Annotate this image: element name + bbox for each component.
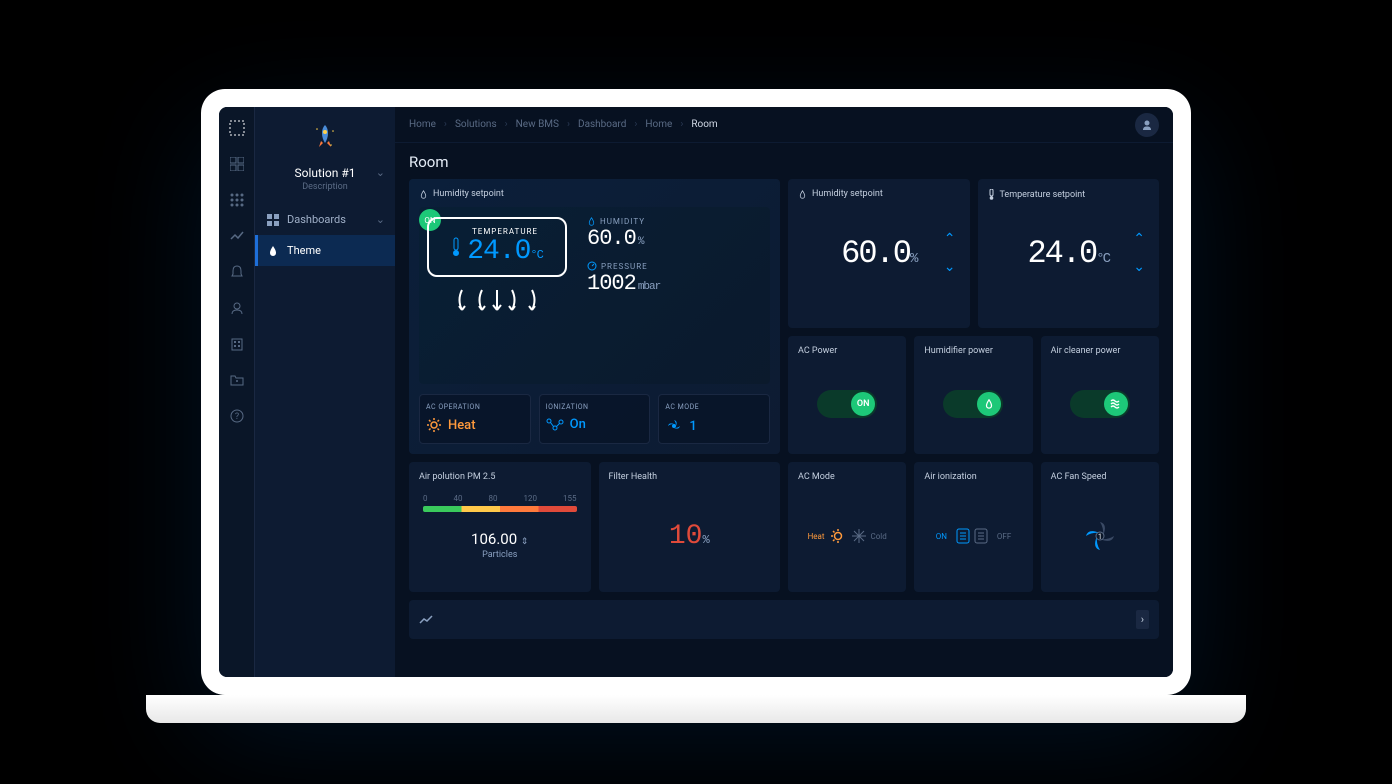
mini-ionization: IONIZATION On bbox=[539, 394, 651, 444]
ionizer-icon bbox=[955, 525, 989, 547]
thermometer-icon bbox=[451, 237, 461, 257]
ac-mode-switch[interactable]: Heat Cold bbox=[798, 490, 896, 582]
fan-speed-control[interactable]: 1 bbox=[1051, 490, 1149, 582]
card-pm25: Air polution PM 2.5 0 40 80 120 155 106.… bbox=[409, 462, 591, 592]
increase-button[interactable]: ⌃ bbox=[944, 231, 956, 247]
water-drop-icon bbox=[984, 399, 994, 409]
card-filter-health: Filter Health 10% bbox=[599, 462, 781, 592]
water-drop-icon bbox=[798, 190, 807, 199]
card-air-ionization: Air ionization ON OFF bbox=[914, 462, 1032, 592]
waves-icon bbox=[1110, 399, 1122, 409]
nav-folder-icon[interactable] bbox=[228, 371, 246, 389]
molecules-icon bbox=[546, 418, 564, 432]
mini-ac-operation: AC OPERATION Heat bbox=[419, 394, 531, 444]
sidebar-item-label: Dashboards bbox=[287, 213, 346, 226]
nav-help-icon[interactable]: ? bbox=[228, 407, 246, 425]
card-room-overview: Humidity setpoint ON TEMPERATURE 24.0°C bbox=[409, 179, 780, 454]
page-title: Room bbox=[395, 143, 1173, 179]
nav-chart-icon[interactable] bbox=[228, 227, 246, 245]
card-humidity-setpoint: Humidity setpoint 60.0% ⌃ ⌄ bbox=[788, 179, 970, 328]
sun-icon bbox=[426, 417, 442, 433]
decrease-button[interactable]: ⌄ bbox=[944, 259, 956, 275]
nav-bell-icon[interactable] bbox=[228, 263, 246, 281]
increase-button[interactable]: ⌃ bbox=[1133, 231, 1145, 247]
svg-text:?: ? bbox=[234, 412, 238, 422]
snowflake-icon bbox=[851, 528, 867, 544]
water-drop-icon bbox=[267, 245, 279, 257]
fan-icon bbox=[665, 417, 683, 435]
gauge-icon bbox=[587, 261, 597, 271]
dashboard-grid: Humidity setpoint ON TEMPERATURE 24.0°C bbox=[395, 179, 1173, 653]
breadcrumb-item[interactable]: Home bbox=[645, 119, 672, 130]
svg-text:1: 1 bbox=[1098, 533, 1102, 541]
humidifier-power-toggle[interactable] bbox=[943, 390, 1003, 418]
logo-icon[interactable] bbox=[228, 119, 246, 137]
nav-grid-icon[interactable] bbox=[228, 191, 246, 209]
sidebar: Solution #1 Description ⌄ Dashboards ⌄ T… bbox=[255, 107, 395, 677]
air-flow-icon bbox=[427, 285, 567, 320]
pm-gradient-bar bbox=[423, 506, 577, 512]
air-cleaner-power-toggle[interactable] bbox=[1070, 390, 1130, 418]
chart-line-icon bbox=[419, 615, 433, 625]
breadcrumb-item[interactable]: Solutions bbox=[455, 119, 497, 130]
ac-power-toggle[interactable]: ON bbox=[817, 390, 877, 418]
thermometer-icon bbox=[988, 189, 995, 200]
chevron-down-icon: ⌄ bbox=[376, 166, 385, 179]
ac-unit: TEMPERATURE 24.0°C bbox=[427, 217, 567, 277]
mini-ac-mode: AC MODE 1 bbox=[658, 394, 770, 444]
solution-name: Solution #1 bbox=[263, 166, 387, 180]
user-avatar[interactable] bbox=[1135, 113, 1159, 137]
sun-icon bbox=[829, 527, 847, 545]
card-humidifier-power: Humidifier power bbox=[914, 336, 1032, 455]
card-ac-power: AC Power ON bbox=[788, 336, 906, 455]
solution-selector[interactable]: Solution #1 Description ⌄ bbox=[255, 162, 395, 204]
breadcrumb: Home› Solutions› New BMS› Dashboard› Hom… bbox=[409, 119, 1135, 130]
nav-building-icon[interactable] bbox=[228, 335, 246, 353]
breadcrumb-item[interactable]: New BMS bbox=[516, 119, 559, 130]
chevron-right-icon[interactable]: › bbox=[1136, 610, 1149, 629]
sidebar-item-theme[interactable]: Theme bbox=[255, 235, 395, 266]
decrease-button[interactable]: ⌄ bbox=[1133, 259, 1145, 275]
card-ac-fan-speed: AC Fan Speed 1 bbox=[1041, 462, 1159, 592]
sidebar-item-dashboards[interactable]: Dashboards ⌄ bbox=[255, 204, 395, 235]
sidebar-item-label: Theme bbox=[287, 244, 321, 257]
card-ac-mode: AC Mode Heat Cold bbox=[788, 462, 906, 592]
breadcrumb-item[interactable]: Home bbox=[409, 119, 436, 130]
water-drop-icon bbox=[587, 217, 596, 226]
card-temperature-setpoint: Temperature setpoint 24.0°C ⌃ ⌄ bbox=[978, 179, 1160, 328]
breadcrumb-current: Room bbox=[691, 119, 717, 130]
dashboard-icon bbox=[267, 214, 279, 226]
ionization-switch[interactable]: ON OFF bbox=[924, 490, 1022, 582]
global-iconbar: ? bbox=[219, 107, 255, 677]
breadcrumb-item[interactable]: Dashboard bbox=[578, 119, 626, 130]
main: Home› Solutions› New BMS› Dashboard› Hom… bbox=[395, 107, 1173, 677]
rocket-icon bbox=[255, 115, 395, 162]
nav-squares-icon[interactable] bbox=[228, 155, 246, 173]
fan-icon: 1 bbox=[1080, 516, 1120, 556]
chevron-down-icon: ⌄ bbox=[376, 213, 385, 226]
nav-user-icon[interactable] bbox=[228, 299, 246, 317]
water-drop-icon bbox=[419, 190, 428, 199]
topbar: Home› Solutions› New BMS› Dashboard› Hom… bbox=[395, 107, 1173, 143]
solution-desc: Description bbox=[263, 182, 387, 192]
bottom-chart-bar: › bbox=[409, 600, 1159, 639]
card-air-cleaner-power: Air cleaner power bbox=[1041, 336, 1159, 455]
